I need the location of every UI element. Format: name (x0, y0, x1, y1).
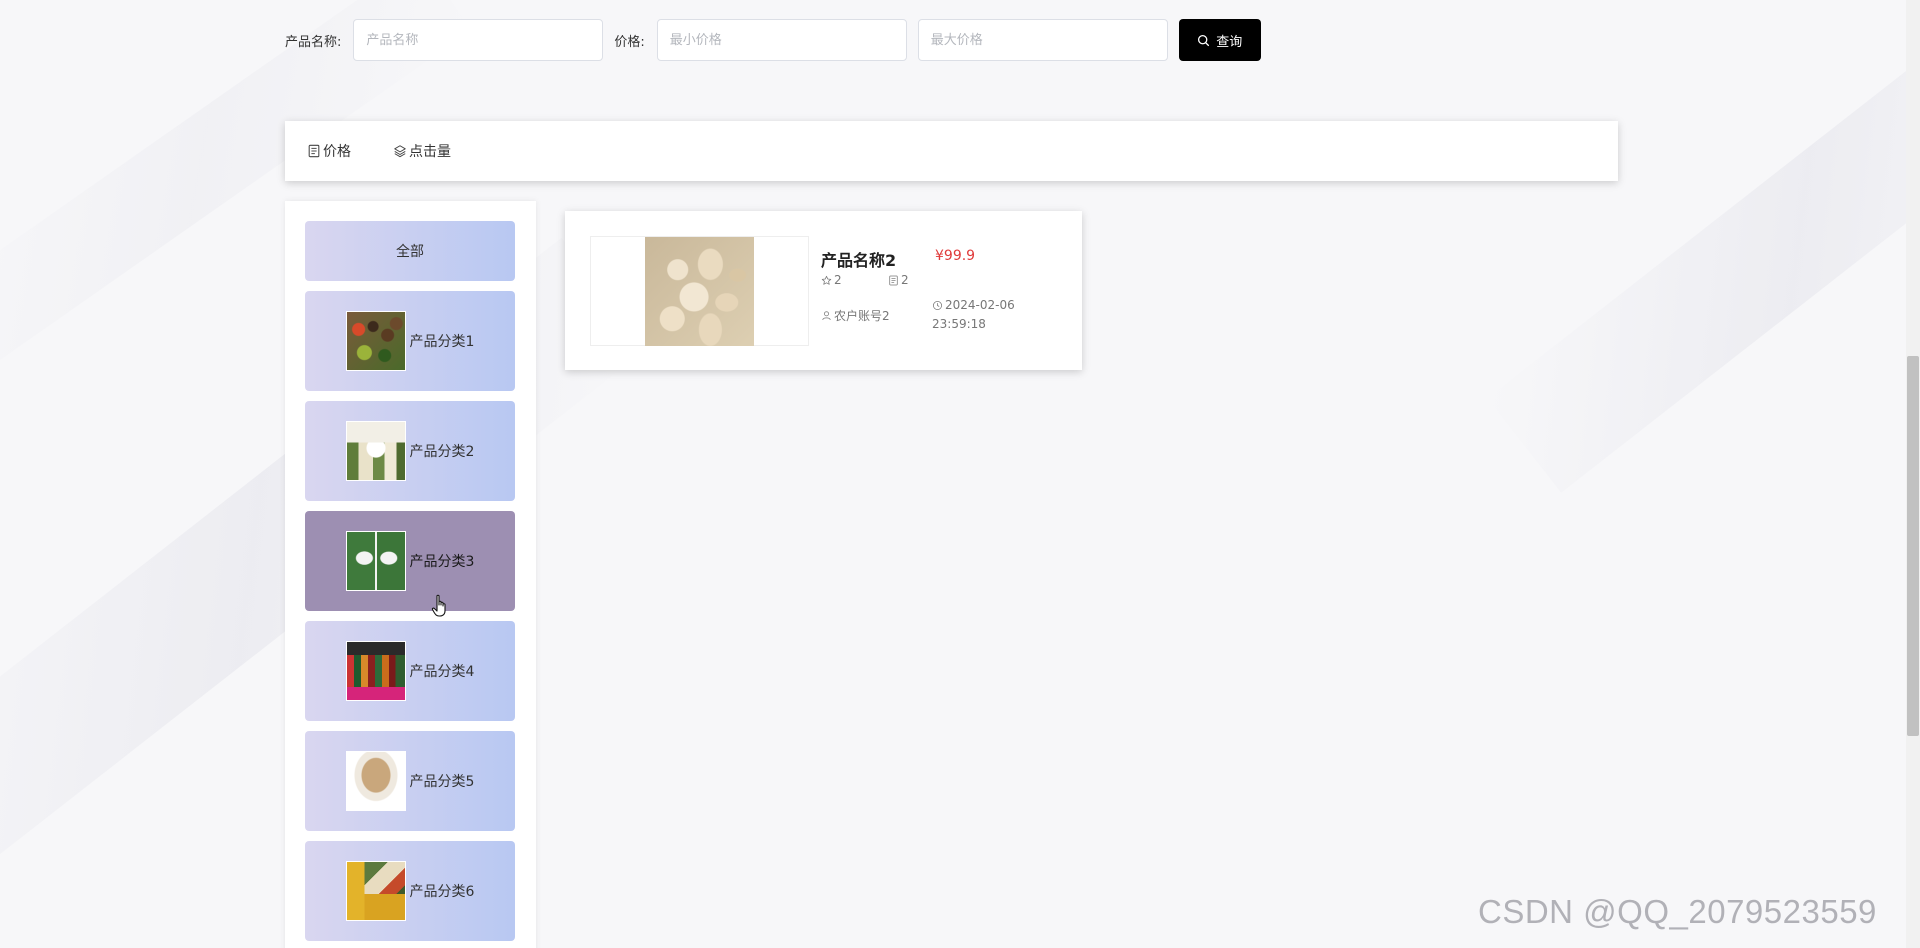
product-image[interactable] (645, 237, 754, 346)
sort-by-clicks-label: 点击量 (409, 144, 451, 160)
category-item-label: 产品分类1 (409, 334, 475, 350)
query-button[interactable]: 查询 (1178, 19, 1261, 61)
clock-icon (932, 300, 945, 311)
search-icon (1197, 34, 1210, 47)
product-name[interactable]: 产品名称2 (821, 247, 896, 271)
product-card[interactable]: 产品名称2 ¥99.9 2 2 农户账号2 2024-02-06 23:59:1… (565, 211, 1082, 370)
sort-by-clicks[interactable]: 点击量 (393, 141, 451, 161)
max-price-input[interactable] (917, 19, 1168, 61)
product-comments: 2 (888, 273, 909, 287)
time-date: 2024-02-06 (945, 298, 1015, 312)
category-item-label: 产品分类2 (409, 444, 475, 460)
star-icon (821, 275, 834, 286)
category-thumbnail (345, 421, 406, 481)
watermark-text: CSDN @QQ_2079523559 (1478, 893, 1877, 930)
category-item-2[interactable]: 产品分类2 (305, 401, 515, 501)
category-item-label: 产品分类6 (409, 884, 475, 900)
favorites-count: 2 (834, 273, 842, 287)
product-owner: 农户账号2 (821, 307, 890, 324)
search-bar: 产品名称: 价格: 查询 (285, 19, 1261, 61)
category-thumbnail (345, 861, 406, 921)
hand-cursor-icon (431, 594, 449, 618)
query-button-label: 查询 (1216, 34, 1243, 50)
category-sidebar: 全部 产品分类1 产品分类2 产品分类3 产品分类4 产品分类5 产品分类6 (285, 201, 536, 948)
category-item-label: 产品分类4 (409, 664, 475, 680)
category-item-label: 产品分类3 (409, 554, 475, 570)
owner-name: 农户账号2 (834, 309, 890, 323)
category-item-5[interactable]: 产品分类5 (305, 731, 515, 831)
category-item-3[interactable]: 产品分类3 (305, 511, 515, 611)
product-name-label: 产品名称: (285, 34, 342, 50)
product-name-input[interactable] (353, 19, 604, 61)
comment-icon (888, 275, 901, 286)
page-scrollbar-thumb[interactable] (1907, 356, 1919, 736)
sort-by-price-label: 价格 (323, 144, 351, 160)
background-decoration (1487, 0, 1920, 493)
category-item-label: 产品分类5 (409, 774, 475, 790)
category-all-label: 全部 (396, 244, 424, 260)
document-icon (307, 144, 323, 158)
category-thumbnail (345, 641, 406, 701)
category-item-4[interactable]: 产品分类4 (305, 621, 515, 721)
product-image-frame (590, 236, 809, 346)
product-favorites: 2 (821, 273, 842, 287)
layers-icon (393, 144, 409, 158)
time-clock: 23:59:18 (932, 317, 986, 331)
user-icon (821, 310, 834, 321)
category-item-1[interactable]: 产品分类1 (305, 291, 515, 391)
product-price: ¥99.9 (935, 248, 976, 264)
category-thumbnail (345, 311, 406, 371)
price-label: 价格: (614, 34, 645, 50)
sort-bar: 价格 点击量 (285, 121, 1618, 181)
sort-by-price[interactable]: 价格 (307, 141, 351, 161)
comments-count: 2 (901, 273, 909, 287)
min-price-input[interactable] (656, 19, 907, 61)
category-item-6[interactable]: 产品分类6 (305, 841, 515, 941)
category-thumbnail (345, 531, 406, 591)
category-thumbnail (345, 751, 406, 811)
category-all[interactable]: 全部 (305, 221, 515, 281)
product-time: 2024-02-06 23:59:18 (932, 296, 1015, 334)
